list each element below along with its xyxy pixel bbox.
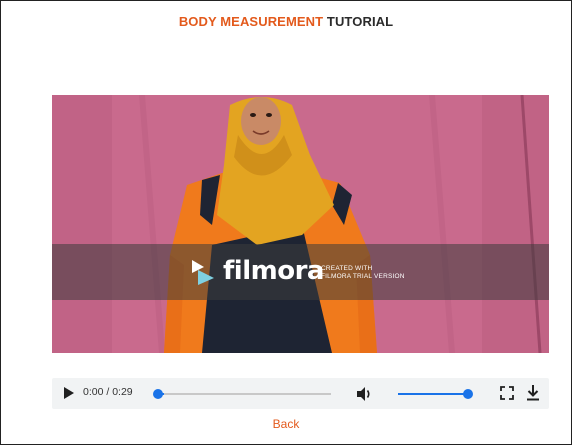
watermark-band: filmora CREATED WITH FILMORA TRIAL VERSI… xyxy=(52,244,549,300)
watermark-line-2: FILMORA TRIAL VERSION xyxy=(321,273,405,280)
video-still xyxy=(52,95,549,353)
back-link[interactable]: Back xyxy=(1,417,571,431)
volume-slider[interactable] xyxy=(398,389,473,399)
volume-thumb[interactable] xyxy=(463,389,473,399)
seek-bar[interactable] xyxy=(153,389,331,399)
page-frame: BODY MEASUREMENT TUTORIAL filmora CREATE… xyxy=(0,0,572,445)
volume-fill xyxy=(398,393,468,395)
filmora-logo-icon xyxy=(192,260,214,285)
fullscreen-icon[interactable] xyxy=(500,386,514,400)
title-accent: BODY MEASUREMENT xyxy=(178,14,324,29)
watermark-line-1: CREATED WITH xyxy=(321,265,373,272)
title-rest: TUTORIAL xyxy=(326,14,394,29)
volume-icon[interactable] xyxy=(355,385,373,403)
play-icon[interactable] xyxy=(64,387,74,399)
page-title: BODY MEASUREMENT TUTORIAL xyxy=(1,14,571,29)
watermark-note: CREATED WITH FILMORA TRIAL VERSION xyxy=(321,265,405,281)
seek-thumb[interactable] xyxy=(153,389,163,399)
video-frame[interactable]: filmora CREATED WITH FILMORA TRIAL VERSI… xyxy=(52,95,549,353)
media-controls: 0:00 / 0:29 xyxy=(52,378,549,409)
watermark-brand: filmora xyxy=(223,256,324,286)
download-icon[interactable] xyxy=(526,384,540,402)
time-display: 0:00 / 0:29 xyxy=(83,386,133,398)
